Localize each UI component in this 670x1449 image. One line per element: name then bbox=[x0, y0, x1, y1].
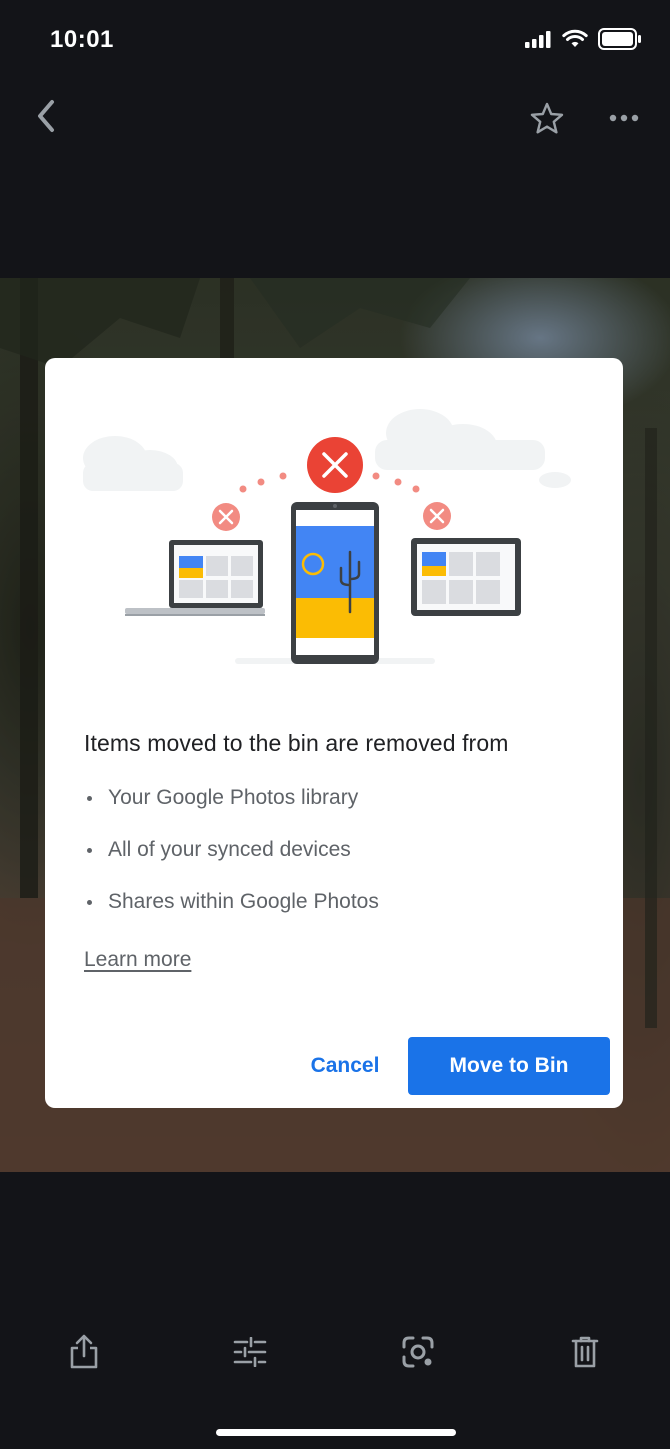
battery-icon bbox=[598, 28, 641, 50]
list-item: Shares within Google Photos bbox=[84, 887, 379, 939]
learn-more-link[interactable]: Learn more bbox=[84, 948, 191, 972]
delete-badge-large bbox=[307, 437, 363, 493]
share-button[interactable] bbox=[62, 1330, 106, 1374]
sync-delete-illustration bbox=[83, 409, 571, 664]
back-arrow-icon bbox=[38, 100, 54, 132]
signal-icon bbox=[525, 31, 551, 48]
tablet-device bbox=[411, 538, 521, 616]
top-action-bar bbox=[0, 90, 670, 150]
star-icon bbox=[530, 102, 564, 134]
home-indicator[interactable] bbox=[216, 1429, 456, 1436]
more-options-icon bbox=[609, 114, 639, 122]
status-icons bbox=[524, 28, 642, 50]
wifi-icon bbox=[562, 29, 588, 47]
status-bar: 10:01 bbox=[0, 0, 670, 80]
edit-adjust-icon bbox=[233, 1337, 267, 1367]
move-to-bin-dialog: Items moved to the bin are removed from … bbox=[45, 358, 623, 1108]
favorite-button[interactable] bbox=[526, 98, 568, 138]
lens-button[interactable] bbox=[396, 1330, 440, 1374]
edit-button[interactable] bbox=[228, 1330, 272, 1374]
removal-list: Your Google Photos library All of your s… bbox=[84, 783, 379, 939]
delete-button[interactable] bbox=[563, 1330, 607, 1374]
laptop-device bbox=[125, 540, 265, 616]
cancel-button[interactable]: Cancel bbox=[295, 1048, 395, 1084]
more-options-button[interactable] bbox=[602, 98, 646, 138]
delete-badge-right bbox=[423, 502, 451, 530]
delete-badge-left bbox=[212, 503, 240, 531]
move-to-bin-button[interactable]: Move to Bin bbox=[408, 1037, 610, 1095]
bottom-toolbar bbox=[0, 1322, 670, 1382]
list-item: All of your synced devices bbox=[84, 835, 379, 887]
dialog-title: Items moved to the bin are removed from bbox=[84, 730, 509, 756]
back-button[interactable] bbox=[26, 96, 66, 136]
lens-icon bbox=[402, 1336, 434, 1368]
status-time: 10:01 bbox=[50, 26, 114, 53]
phone-device bbox=[235, 502, 435, 664]
delete-icon bbox=[571, 1336, 599, 1368]
share-icon bbox=[70, 1334, 98, 1369]
list-item: Your Google Photos library bbox=[84, 783, 379, 835]
